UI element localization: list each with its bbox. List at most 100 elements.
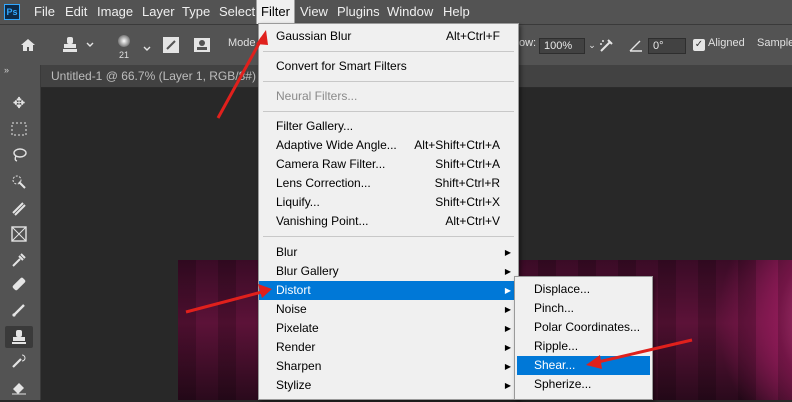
- submenu-arrow-icon: ▶: [504, 286, 511, 295]
- menu-divider: [263, 111, 514, 112]
- filter-menu-item[interactable]: Lens Correction... Shift+Ctrl+R: [259, 174, 518, 193]
- filter-menu-item[interactable]: Render ▶: [259, 338, 518, 357]
- distort-menu-item[interactable]: Polar Coordinates...: [517, 318, 650, 337]
- menu-item-label: Gaussian Blur: [276, 29, 352, 43]
- marquee-tool-icon[interactable]: [5, 118, 33, 140]
- menu-item-label: Sharpen: [276, 359, 322, 373]
- menu-item-label: Blur Gallery: [276, 264, 339, 278]
- menu-image[interactable]: Image: [97, 0, 133, 24]
- clone-stamp-tool-preset-icon[interactable]: [58, 33, 98, 57]
- photoshop-logo-icon: Ps: [4, 4, 20, 20]
- clone-stamp-tool-icon[interactable]: [5, 326, 33, 348]
- filter-menu-item[interactable]: Convert for Smart Filters: [259, 57, 518, 76]
- menu-divider: [263, 51, 514, 52]
- filter-menu-item-distort[interactable]: Distort ▶: [259, 281, 518, 300]
- menu-select[interactable]: Select: [219, 0, 255, 24]
- move-tool-icon[interactable]: ✥: [5, 93, 33, 115]
- menu-item-shortcut: Shift+Ctrl+X: [435, 195, 500, 209]
- menu-item-label: Render: [276, 340, 316, 354]
- flow-label: ow:: [519, 37, 537, 49]
- quick-selection-tool-icon[interactable]: [5, 171, 33, 193]
- menu-item-shortcut: Alt+Ctrl+V: [445, 214, 500, 228]
- menu-item-label: Blur: [276, 245, 298, 259]
- distort-menu-item[interactable]: Ripple...: [517, 337, 650, 356]
- menu-item-label: Lens Correction...: [276, 176, 371, 190]
- menu-item-label: Pixelate: [276, 321, 319, 335]
- filter-menu-item[interactable]: Sharpen ▶: [259, 357, 518, 376]
- menu-window[interactable]: Window: [387, 0, 433, 24]
- submenu-arrow-icon: ▶: [504, 381, 511, 390]
- filter-menu-item[interactable]: Adaptive Wide Angle... Alt+Shift+Ctrl+A: [259, 136, 518, 155]
- menu-item-label: Vanishing Point...: [276, 214, 369, 228]
- submenu-arrow-icon: ▶: [504, 248, 511, 257]
- filter-menu-item[interactable]: Gaussian Blur Alt+Ctrl+F: [259, 27, 518, 46]
- menu-layer[interactable]: Layer: [142, 0, 175, 24]
- menu-item-label: Ripple...: [534, 339, 579, 353]
- distort-menu-item[interactable]: Spherize...: [517, 375, 650, 394]
- menu-item-label: Filter Gallery...: [276, 119, 354, 133]
- filter-menu-item[interactable]: Liquify... Shift+Ctrl+X: [259, 193, 518, 212]
- filter-menu-item[interactable]: Blur Gallery ▶: [259, 262, 518, 281]
- distort-menu-item[interactable]: Pinch...: [517, 299, 650, 318]
- airbrush-icon[interactable]: [596, 33, 618, 57]
- flow-input[interactable]: 100%: [539, 38, 585, 54]
- frame-tool-icon[interactable]: [5, 223, 33, 245]
- menu-item-label: Adaptive Wide Angle...: [276, 138, 397, 152]
- menu-item-shortcut: Alt+Ctrl+F: [445, 29, 500, 43]
- menu-item-label: Polar Coordinates...: [534, 320, 641, 334]
- menu-item-label: Liquify...: [276, 195, 320, 209]
- home-icon[interactable]: [16, 33, 40, 57]
- menu-item-label: Camera Raw Filter...: [276, 157, 386, 171]
- brush-preset-picker[interactable]: [110, 33, 154, 57]
- brush-tool-icon[interactable]: [5, 299, 33, 321]
- collapse-panel-icon[interactable]: »: [4, 65, 9, 75]
- distort-menu-item-shear[interactable]: Shear...: [517, 356, 650, 375]
- toggle-brush-settings-icon[interactable]: [160, 33, 182, 57]
- crop-tool-icon[interactable]: [5, 198, 33, 220]
- menu-item-shortcut: Alt+Shift+Ctrl+A: [414, 138, 500, 152]
- menu-item-label: Displace...: [534, 282, 591, 296]
- menu-file[interactable]: File: [34, 0, 55, 24]
- lasso-tool-icon[interactable]: [5, 144, 33, 166]
- menu-plugins[interactable]: Plugins: [337, 0, 380, 24]
- tools-panel: » ✥: [0, 65, 41, 400]
- menu-item-label: Stylize: [276, 378, 312, 392]
- aligned-checkbox[interactable]: ✓: [693, 39, 705, 51]
- menu-item-label: Convert for Smart Filters: [276, 59, 407, 73]
- menu-bar: Ps File Edit Image Layer Type Select Fil…: [0, 0, 792, 25]
- menu-divider: [263, 81, 514, 82]
- filter-menu-item[interactable]: Camera Raw Filter... Shift+Ctrl+A: [259, 155, 518, 174]
- history-brush-tool-icon[interactable]: [5, 350, 33, 372]
- document-title: Untitled-1 @ 66.7% (Layer 1, RGB/8#): [51, 69, 256, 83]
- menu-item-label: Shear...: [534, 358, 576, 372]
- eyedropper-tool-icon[interactable]: [5, 249, 33, 271]
- filter-menu-item[interactable]: Noise ▶: [259, 300, 518, 319]
- filter-menu-item[interactable]: Vanishing Point... Alt+Ctrl+V: [259, 212, 518, 231]
- menu-filter[interactable]: Filter: [256, 0, 295, 25]
- filter-menu-item[interactable]: Stylize ▶: [259, 376, 518, 395]
- angle-input[interactable]: 0°: [648, 38, 686, 54]
- menu-view[interactable]: View: [300, 0, 328, 24]
- filter-menu-item: Neural Filters...: [259, 87, 518, 106]
- toggle-clone-source-icon[interactable]: [191, 33, 213, 57]
- menu-type[interactable]: Type: [182, 0, 210, 24]
- menu-item-label: Noise: [276, 302, 307, 316]
- eraser-tool-icon[interactable]: [5, 376, 33, 398]
- brush-size-label: 21: [119, 50, 130, 60]
- filter-menu-item[interactable]: Blur ▶: [259, 243, 518, 262]
- submenu-arrow-icon: ▶: [504, 267, 511, 276]
- filter-menu-item[interactable]: Pixelate ▶: [259, 319, 518, 338]
- distort-submenu: Displace... Pinch... Polar Coordinates..…: [514, 276, 653, 400]
- distort-menu-item[interactable]: Displace...: [517, 280, 650, 299]
- filter-menu-item[interactable]: Filter Gallery...: [259, 117, 518, 136]
- menu-item-label: Spherize...: [534, 377, 592, 391]
- menu-item-shortcut: Shift+Ctrl+R: [434, 176, 500, 190]
- submenu-arrow-icon: ▶: [504, 324, 511, 333]
- filter-menu: Gaussian Blur Alt+Ctrl+F Convert for Sma…: [258, 23, 519, 400]
- submenu-arrow-icon: ▶: [504, 343, 511, 352]
- menu-edit[interactable]: Edit: [65, 0, 87, 24]
- submenu-arrow-icon: ▶: [504, 305, 511, 314]
- menu-item-label: Neural Filters...: [276, 89, 358, 103]
- healing-brush-tool-icon[interactable]: [5, 273, 33, 295]
- menu-help[interactable]: Help: [443, 0, 470, 24]
